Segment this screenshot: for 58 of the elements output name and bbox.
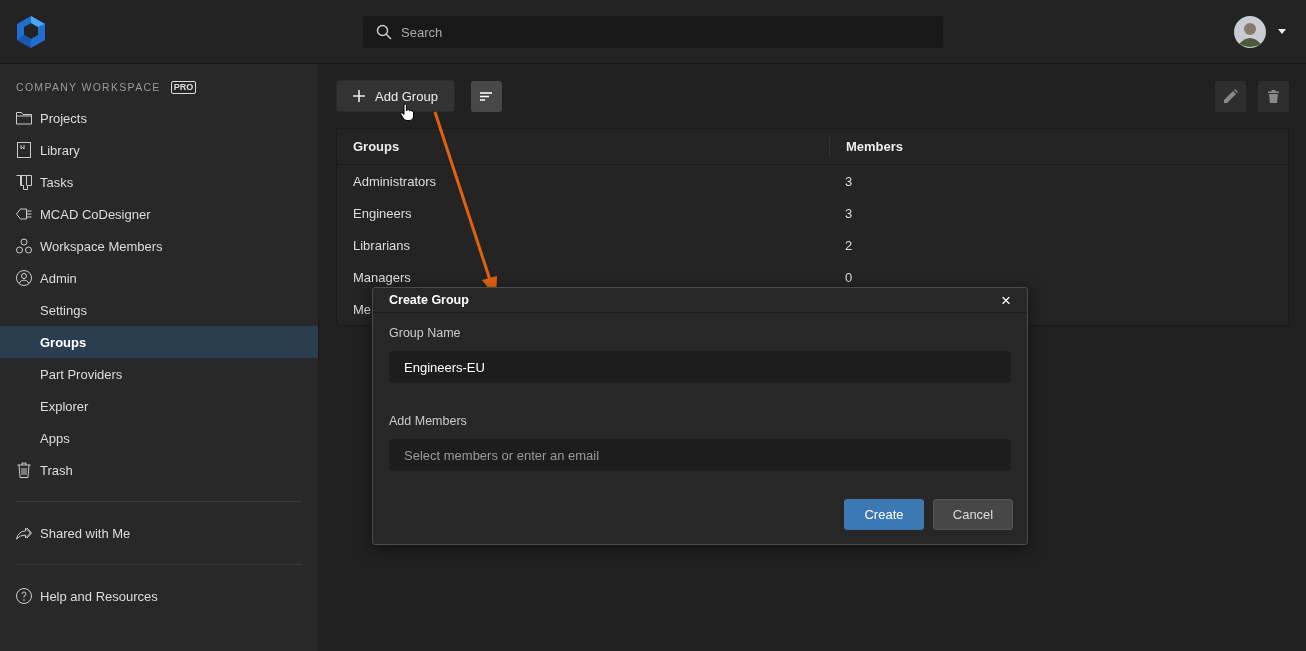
hand-cursor-icon <box>400 103 414 121</box>
share-icon <box>16 526 32 540</box>
cancel-button[interactable]: Cancel <box>933 499 1013 530</box>
table-cell: Administrators <box>353 173 437 189</box>
help-icon <box>16 588 32 604</box>
table-cell: 3 <box>845 173 853 189</box>
sidebar-item[interactable]: Library <box>0 134 318 166</box>
members-icon <box>16 238 32 254</box>
trash-icon <box>1268 89 1279 103</box>
search-field[interactable]: Search <box>363 16 943 48</box>
board-icon <box>16 174 32 190</box>
section-label: COMPANY WORKSPACE <box>16 81 161 93</box>
sidebar-item[interactable]: Settings <box>0 294 318 326</box>
sidebar-item[interactable]: Workspace Members <box>0 230 318 262</box>
table-cell: Librarians <box>353 237 411 253</box>
book-icon <box>16 142 32 158</box>
input-field[interactable]: Select members or enter an email <box>389 439 1011 471</box>
sidebar-item[interactable]: Apps <box>0 422 318 454</box>
search-icon <box>376 24 392 40</box>
plus-icon <box>353 90 365 102</box>
pencil-icon <box>1223 89 1238 103</box>
table-cell: Me <box>353 301 372 317</box>
logo-icon <box>16 14 46 49</box>
trash-icon <box>16 462 32 478</box>
add-group-button[interactable]: Add Group <box>336 80 455 112</box>
delete-button[interactable] <box>1258 80 1289 112</box>
sidebar-item[interactable]: Explorer <box>0 390 318 422</box>
table-cell: 0 <box>845 269 853 285</box>
avatar-icon[interactable] <box>1234 15 1266 48</box>
input-field[interactable]: Engineers-EU <box>389 351 1011 383</box>
sidebar-item[interactable]: MCAD CoDesigner <box>0 198 318 230</box>
column-header[interactable]: Groups <box>337 136 830 157</box>
table-cell: 2 <box>845 237 853 253</box>
create-button[interactable]: Create <box>844 499 924 530</box>
folder-icon <box>16 111 32 125</box>
table-cell: Managers <box>353 269 411 285</box>
sidebar-item[interactable]: Shared with Me <box>0 517 318 549</box>
sidebar-item[interactable]: Admin <box>0 262 318 294</box>
pro-badge: PRO <box>170 80 197 94</box>
close-button[interactable]: × <box>999 291 1013 309</box>
sidebar-item[interactable]: Tasks <box>0 166 318 198</box>
column-header[interactable]: Members <box>830 139 920 154</box>
sort-button[interactable] <box>470 80 502 112</box>
sidebar-item[interactable]: Part Providers <box>0 358 318 390</box>
table-cell: Engineers <box>353 205 412 221</box>
dialog-title: Create Group <box>389 293 470 307</box>
sidebar-item[interactable]: Trash <box>0 454 318 486</box>
caret-icon[interactable] <box>1278 29 1286 34</box>
sidebar-item[interactable]: Help and Resources <box>0 580 318 612</box>
sort-icon <box>480 91 493 101</box>
field-label: Group Name <box>389 325 462 342</box>
edit-button[interactable] <box>1215 80 1246 112</box>
plug-icon <box>16 207 32 221</box>
table-cell: 3 <box>845 205 853 221</box>
sidebar-item[interactable]: Groups <box>0 326 318 358</box>
sidebar-item[interactable]: Projects <box>0 102 318 134</box>
user-icon <box>16 270 32 286</box>
field-label: Add Members <box>389 413 468 430</box>
